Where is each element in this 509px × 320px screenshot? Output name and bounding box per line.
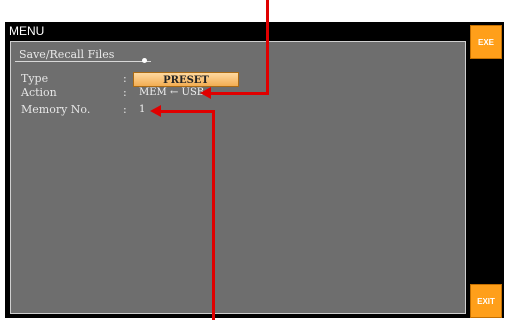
memory-no-label: Memory No. (21, 103, 91, 116)
annotation-line-bottom-horizontal (160, 110, 215, 113)
section-title: Save/Recall Files (19, 48, 115, 61)
annotation-arrowhead-action (200, 87, 211, 99)
exe-softkey[interactable]: EXE (470, 25, 502, 59)
exit-softkey[interactable]: EXIT (470, 284, 502, 318)
type-colon: : (123, 72, 127, 85)
memory-no-colon: : (123, 103, 127, 116)
title-dot (142, 58, 147, 63)
annotation-line-top-vertical (266, 0, 269, 95)
action-value[interactable]: MEM ← USB (139, 87, 204, 98)
annotation-line-bottom-vertical (212, 110, 215, 320)
menu-header: MENU (5, 22, 465, 40)
memory-no-value[interactable]: 1 (139, 104, 145, 115)
save-recall-panel: Save/Recall Files Type : PRESET Action :… (10, 41, 466, 314)
type-preset-button[interactable]: PRESET (133, 72, 239, 87)
title-underline (15, 61, 151, 62)
action-label: Action (21, 86, 57, 99)
annotation-line-top-horizontal (210, 92, 269, 95)
action-colon: : (123, 86, 127, 99)
annotation-arrowhead-memory (150, 105, 161, 117)
type-label: Type (21, 72, 49, 85)
